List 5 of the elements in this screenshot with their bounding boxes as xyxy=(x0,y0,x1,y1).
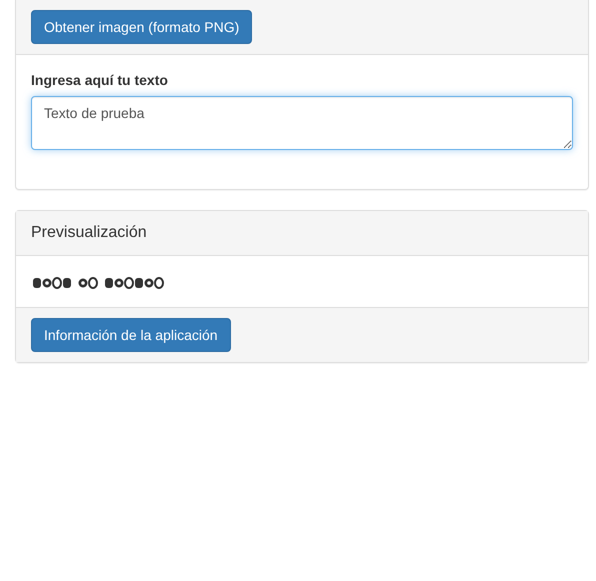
export-png-button[interactable]: Obtener imagen (formato PNG) xyxy=(31,10,252,44)
panel-title: Previsualización xyxy=(31,224,147,241)
text-input-field[interactable]: Texto de prueba xyxy=(31,96,573,150)
app-info-button[interactable]: Información de la aplicación xyxy=(31,318,231,352)
text-input-label: Ingresa aquí tu texto xyxy=(31,71,168,90)
